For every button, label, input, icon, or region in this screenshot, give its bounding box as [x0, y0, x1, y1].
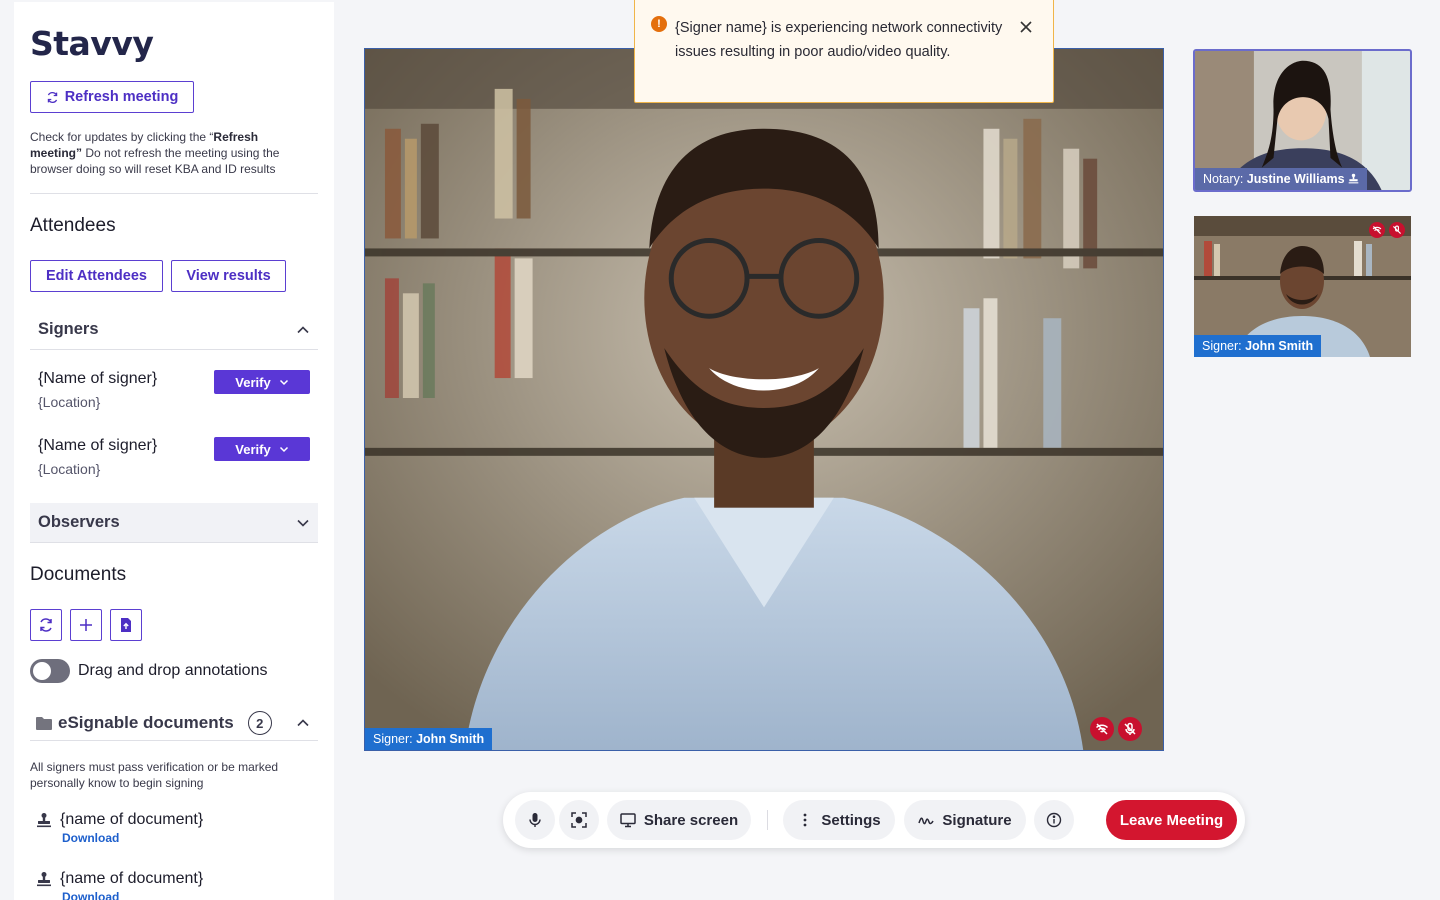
attendees-heading: Attendees [30, 215, 116, 236]
chevron-down-icon [279, 446, 288, 453]
chevron-down-icon [279, 379, 288, 386]
verify-dropdown-button[interactable]: Verify [214, 437, 310, 461]
close-icon[interactable] [1019, 20, 1033, 34]
upload-document-button[interactable] [110, 609, 142, 641]
refresh-meeting-label: Refresh meeting [64, 89, 179, 105]
wifi-off-icon [1095, 723, 1109, 735]
refresh-icon [47, 91, 57, 103]
document-name: {name of document} [60, 811, 204, 828]
network-warning-toast: ! {Signer name} is experiencing network … [634, 0, 1054, 103]
meeting-control-bar: Share screen Settings Signature Leave Me… [503, 792, 1245, 848]
settings-button[interactable]: Settings [783, 800, 895, 840]
main-video-feed: Signer: John Smith [364, 48, 1164, 751]
divider [30, 740, 318, 741]
stamp-icon [1348, 173, 1359, 184]
download-link[interactable]: Download [62, 890, 203, 900]
chevron-up-icon [297, 719, 309, 727]
participant-name: Justine Williams [1246, 172, 1345, 186]
stamp-icon [37, 813, 51, 828]
esignable-count-badge: 2 [247, 711, 272, 735]
microphone-button[interactable] [515, 800, 555, 840]
folder-icon [36, 717, 52, 730]
signature-label: Signature [942, 811, 1012, 829]
share-screen-label: Share screen [643, 811, 739, 829]
verify-label: Verify [235, 441, 271, 457]
helper-text-pre: Check for updates by clicking the “ [30, 130, 214, 144]
refresh-meeting-button[interactable]: Refresh meeting [30, 81, 194, 113]
camera-focus-button[interactable] [559, 800, 599, 840]
camera-focus-icon [571, 812, 587, 828]
monitor-icon [620, 813, 636, 828]
share-screen-button[interactable]: Share screen [607, 800, 751, 840]
verify-dropdown-button[interactable]: Verify [214, 370, 310, 394]
muted-indicator [1118, 717, 1142, 741]
participant-name: John Smith [1245, 339, 1314, 353]
file-upload-icon [121, 618, 131, 632]
toast-message: {Signer name} is experiencing network co… [675, 20, 1003, 60]
alert-icon: ! [651, 16, 667, 32]
sidebar: Stavvy Refresh meeting Check for updates… [14, 2, 334, 900]
esignable-heading: eSignable documents [58, 713, 234, 732]
verify-label: Verify [235, 374, 271, 390]
add-document-button[interactable] [70, 609, 102, 641]
refresh-icon [40, 618, 52, 632]
signer-location: {Location} [38, 394, 101, 410]
network-issue-indicator [1369, 222, 1385, 238]
settings-label: Settings [821, 811, 881, 829]
plus-icon [80, 619, 92, 631]
participant-name-tag: Notary: Justine Williams [1195, 168, 1368, 190]
toggle-knob [33, 662, 51, 680]
signers-heading: Signers [38, 320, 99, 338]
participant-role: Notary: [1203, 172, 1244, 186]
info-icon [1046, 812, 1062, 828]
leave-meeting-button[interactable]: Leave Meeting [1106, 800, 1237, 840]
stamp-icon [37, 872, 51, 887]
signer-location: {Location} [38, 461, 101, 477]
esignable-note: All signers must pass verification or be… [30, 760, 279, 790]
muted-indicator [1389, 222, 1405, 238]
signers-accordion-header[interactable]: Signers [30, 310, 318, 350]
chevron-down-icon [297, 519, 309, 527]
signature-button[interactable]: Signature [904, 800, 1026, 840]
sync-documents-button[interactable] [30, 609, 62, 641]
divider [30, 193, 318, 194]
microphone-icon [529, 813, 541, 827]
network-issue-indicator [1090, 717, 1114, 741]
documents-heading: Documents [30, 564, 127, 585]
signer-item: {Name of signer} {Location} Verify [38, 370, 310, 410]
video-frame-image [365, 49, 1163, 750]
divider [767, 810, 768, 830]
stavvy-logo: Stavvy [30, 24, 154, 63]
view-results-button[interactable]: View results [171, 260, 286, 292]
microphone-off-icon [1124, 722, 1136, 735]
signer-item: {Name of signer} {Location} Verify [38, 437, 310, 477]
microphone-off-icon [1393, 225, 1401, 234]
drag-drop-toggle[interactable] [30, 659, 70, 683]
wifi-off-icon [1372, 226, 1382, 234]
esignable-accordion-header[interactable]: eSignable documents 2 [30, 705, 318, 741]
info-button[interactable] [1034, 800, 1074, 840]
more-vertical-icon [804, 813, 807, 827]
signer-video-thumbnail[interactable]: Signer: John Smith [1194, 216, 1411, 357]
participant-name-tag: Signer: John Smith [365, 728, 493, 750]
document-item: {name of document} Download [36, 870, 203, 900]
notary-video-thumbnail[interactable]: Notary: Justine Williams [1193, 49, 1412, 192]
download-link[interactable]: Download [62, 831, 203, 845]
observers-accordion-header[interactable]: Observers [30, 503, 318, 543]
participant-name-tag: Signer: John Smith [1194, 335, 1322, 357]
document-name: {name of document} [60, 870, 204, 887]
participant-role: Signer: [373, 732, 413, 746]
document-item: {name of document} Download [36, 811, 203, 845]
participant-role: Signer: [1202, 339, 1242, 353]
signature-icon [918, 817, 935, 825]
refresh-helper-text: Check for updates by clicking the “Refre… [30, 129, 310, 177]
chevron-up-icon [297, 325, 309, 333]
edit-attendees-button[interactable]: Edit Attendees [30, 260, 163, 292]
participant-name: John Smith [416, 732, 485, 746]
drag-drop-label: Drag and drop annotations [78, 662, 268, 679]
observers-heading: Observers [38, 513, 120, 531]
